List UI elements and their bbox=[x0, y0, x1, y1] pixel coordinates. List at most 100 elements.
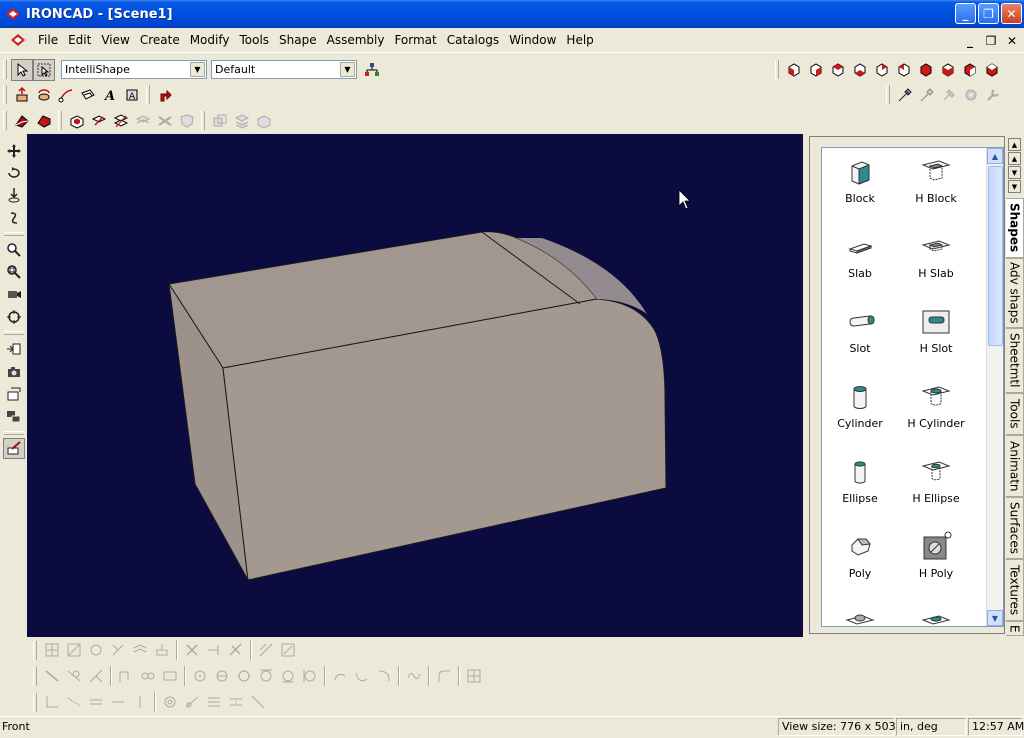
polyline-tool[interactable] bbox=[115, 665, 137, 687]
circle-tangent2-tool[interactable] bbox=[277, 665, 299, 687]
hline-tool[interactable] bbox=[107, 691, 129, 713]
tool-disabled-2[interactable] bbox=[960, 84, 982, 106]
sketch-tool[interactable] bbox=[151, 639, 173, 661]
disabled-tool-d[interactable] bbox=[209, 110, 231, 132]
view-back-button[interactable] bbox=[805, 59, 827, 81]
blend-button[interactable] bbox=[11, 110, 33, 132]
render-mode-button[interactable] bbox=[2, 437, 25, 459]
dolly-button[interactable] bbox=[3, 185, 25, 206]
shell-button[interactable] bbox=[66, 110, 88, 132]
tab-scroll-bottom-icon[interactable]: ▼ bbox=[1008, 180, 1021, 193]
tab-shapes[interactable]: Shapes bbox=[1006, 198, 1024, 258]
walk-button[interactable] bbox=[3, 207, 25, 228]
tab-textures[interactable]: Textures bbox=[1006, 559, 1024, 621]
sketch-tool[interactable] bbox=[225, 639, 247, 661]
scroll-down-icon[interactable]: ▼ bbox=[987, 610, 1003, 626]
light-button[interactable] bbox=[3, 383, 25, 404]
spin-button[interactable] bbox=[33, 84, 55, 106]
horizontal-tool[interactable] bbox=[85, 691, 107, 713]
fit-view-button[interactable] bbox=[3, 306, 25, 327]
select-box-button[interactable] bbox=[33, 58, 55, 81]
view-top-button[interactable] bbox=[871, 59, 893, 81]
catalog-item-h-slab[interactable]: H Slab bbox=[898, 223, 974, 293]
toolbar-grip[interactable] bbox=[33, 666, 37, 686]
menu-file[interactable]: File bbox=[33, 28, 63, 53]
bisector-tool[interactable] bbox=[85, 665, 107, 687]
anchor-button[interactable] bbox=[154, 84, 176, 106]
chevron-down-icon[interactable]: ▼ bbox=[190, 62, 205, 77]
menu-edit[interactable]: Edit bbox=[63, 28, 96, 53]
scroll-thumb[interactable] bbox=[988, 166, 1003, 346]
tab-sheetmetal[interactable]: Sheetmtl bbox=[1006, 328, 1024, 393]
minimize-button[interactable]: _ bbox=[955, 3, 976, 24]
circle-tangent-tool[interactable] bbox=[255, 665, 277, 687]
toolbar-grip[interactable] bbox=[3, 331, 24, 336]
view-iso-button[interactable] bbox=[915, 59, 937, 81]
sketch-tool[interactable] bbox=[203, 639, 225, 661]
view-iso2-button[interactable] bbox=[937, 59, 959, 81]
sketch-tool[interactable] bbox=[63, 639, 85, 661]
vline-tool[interactable] bbox=[129, 691, 151, 713]
chain-tool[interactable] bbox=[137, 665, 159, 687]
catalog-item-h-cylinder[interactable]: H Cylinder bbox=[898, 373, 974, 443]
circle-tool[interactable] bbox=[189, 665, 211, 687]
rectangle-tool[interactable] bbox=[159, 665, 181, 687]
tool-disabled-3[interactable] bbox=[982, 84, 1004, 106]
diagonal-tool[interactable] bbox=[247, 691, 269, 713]
arc-tool[interactable] bbox=[329, 665, 351, 687]
offset-tool[interactable] bbox=[225, 691, 247, 713]
document-icon[interactable] bbox=[9, 31, 27, 49]
menu-format[interactable]: Format bbox=[389, 28, 441, 53]
menu-catalogs[interactable]: Catalogs bbox=[442, 28, 504, 53]
select-arrow-button[interactable] bbox=[11, 58, 33, 81]
angle-tool[interactable] bbox=[41, 691, 63, 713]
scroll-up-icon[interactable]: ▲ bbox=[987, 148, 1003, 164]
catalog-item-block[interactable]: Block bbox=[822, 148, 898, 218]
menu-create[interactable]: Create bbox=[135, 28, 185, 53]
tab-scroll-top-icon[interactable]: ▲ bbox=[1008, 138, 1021, 151]
tab-e[interactable]: E bbox=[1006, 621, 1024, 636]
spline-tool[interactable] bbox=[403, 665, 425, 687]
tab-scroll-up-icon[interactable]: ▲ bbox=[1008, 152, 1021, 165]
view-bottom-button[interactable] bbox=[893, 59, 915, 81]
doc-minimize-button[interactable]: _ bbox=[960, 31, 980, 50]
pan-button[interactable] bbox=[3, 140, 25, 161]
scene-browser-button[interactable] bbox=[361, 59, 383, 81]
menu-assembly[interactable]: Assembly bbox=[322, 28, 390, 53]
tab-adv-shapes[interactable]: Adv shaps bbox=[1006, 258, 1024, 328]
catalog-item-h-poly[interactable]: H Poly bbox=[898, 523, 974, 593]
extrude-button[interactable] bbox=[11, 84, 33, 106]
catalog-list[interactable]: Block H Block Slab H Slab Slot H Slot Cy… bbox=[821, 147, 1004, 627]
toolbar-grip[interactable] bbox=[3, 232, 24, 237]
camera-target-button[interactable] bbox=[3, 284, 25, 305]
face-move-button[interactable] bbox=[88, 110, 110, 132]
sketch-tool[interactable] bbox=[181, 639, 203, 661]
menu-shape[interactable]: Shape bbox=[274, 28, 322, 53]
arc-tangent-tool[interactable] bbox=[373, 665, 395, 687]
circle-2pt-tool[interactable] bbox=[211, 665, 233, 687]
chamfer-button[interactable] bbox=[33, 110, 55, 132]
disabled-tool-c[interactable] bbox=[176, 110, 198, 132]
line-tool[interactable] bbox=[41, 665, 63, 687]
look-at-button[interactable] bbox=[3, 338, 25, 359]
catalog-item-h-block[interactable]: H Block bbox=[898, 148, 974, 218]
text-button[interactable]: A bbox=[99, 84, 121, 106]
split-button[interactable] bbox=[110, 110, 132, 132]
pattern-tool[interactable] bbox=[463, 665, 485, 687]
maximize-button[interactable]: ❐ bbox=[978, 3, 999, 24]
menu-window[interactable]: Window bbox=[504, 28, 561, 53]
style-select[interactable]: Default ▼ bbox=[211, 60, 357, 79]
tool-disabled-1[interactable] bbox=[938, 84, 960, 106]
loft-button[interactable] bbox=[77, 84, 99, 106]
circle-tangent3-tool[interactable] bbox=[299, 665, 321, 687]
toolbar-grip[interactable] bbox=[886, 85, 890, 104]
view-right-button[interactable] bbox=[849, 59, 871, 81]
point-tool[interactable] bbox=[159, 691, 181, 713]
tab-scroll-down-icon[interactable]: ▼ bbox=[1008, 166, 1021, 179]
custom-button[interactable]: A bbox=[121, 84, 143, 106]
circle-3pt-tool[interactable] bbox=[233, 665, 255, 687]
edge-tool[interactable] bbox=[181, 691, 203, 713]
doc-close-button[interactable]: ✕ bbox=[1002, 31, 1022, 50]
tab-animation[interactable]: Animatn bbox=[1006, 435, 1024, 497]
scene-canvas[interactable] bbox=[27, 134, 803, 637]
